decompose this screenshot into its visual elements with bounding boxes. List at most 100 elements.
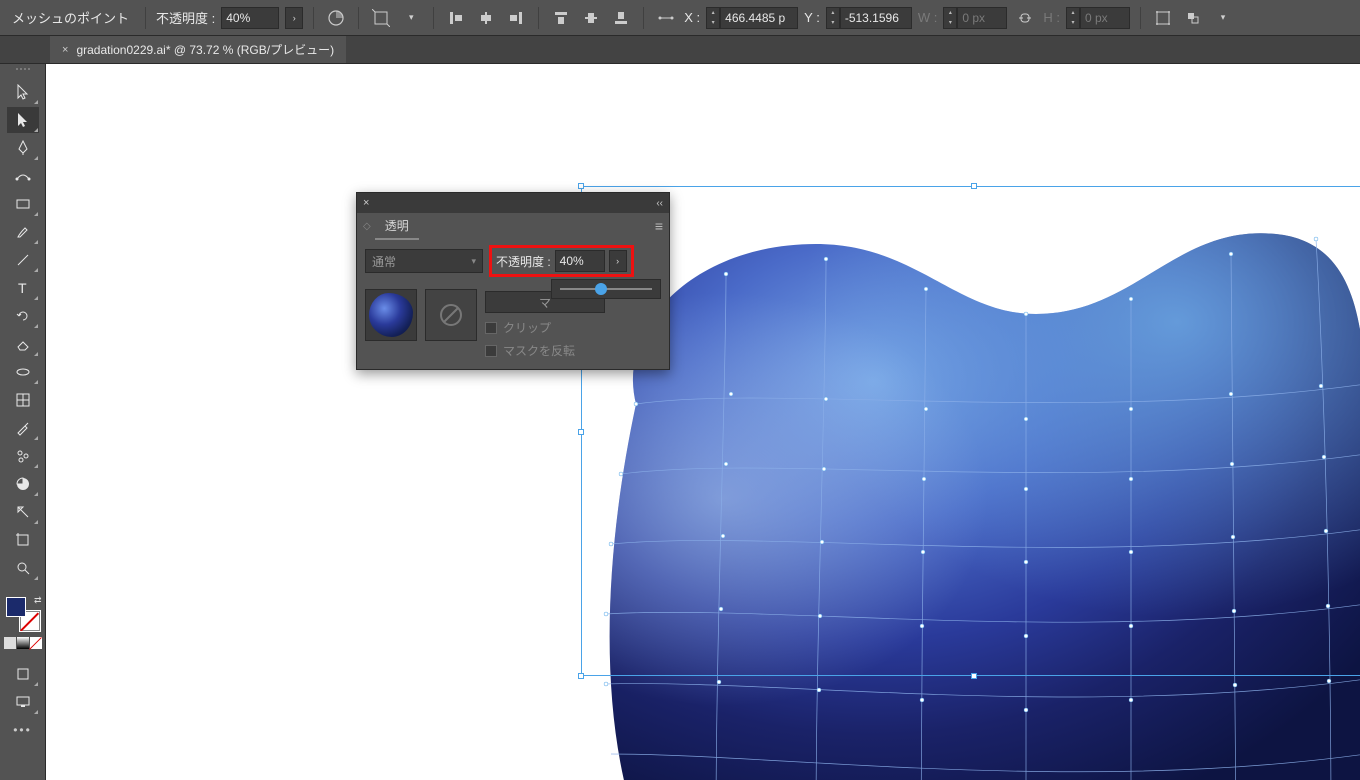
w-label: W : [918,10,938,25]
transparency-panel: × ‹‹ ◇ 透明 ≡ 通常 ▾ 不透明度 : 40% › [356,192,670,370]
color-mode-gradient[interactable] [17,637,29,649]
selection-handle[interactable] [578,429,584,435]
tab-title: gradation0229.ai* @ 73.72 % (RGB/プレビュー) [76,41,334,58]
edit-toolbar-icon[interactable]: ••• [7,717,39,743]
transform-icon[interactable] [654,6,678,30]
clip-checkbox[interactable]: クリップ [485,319,605,336]
toolbox-grip[interactable] [8,68,38,74]
link-wh-icon[interactable] [1013,6,1037,30]
control-bar: メッシュのポイント 不透明度 : 40% › ▾ X : ▴▾ 466.4485… [0,0,1360,36]
panel-menu-icon[interactable]: ≡ [655,218,663,234]
panel-blend-row: 通常 ▾ 不透明度 : 40% › [357,239,669,283]
toolbox: T ⇄ ••• [0,64,46,780]
panel-titlebar[interactable]: × ‹‹ [357,193,669,213]
panel-tab-transparency[interactable]: 透明 [375,213,419,240]
draw-mode-icon[interactable] [7,661,39,687]
x-label: X : [684,10,700,25]
x-field[interactable]: ▴▾ 466.4485 p [706,7,798,29]
selection-tool[interactable] [7,79,39,105]
w-stepper: ▴▾ [943,7,957,29]
crop-icon[interactable] [369,6,393,30]
align-left-icon[interactable] [444,6,468,30]
selection-handle[interactable] [578,673,584,679]
fill-swatch[interactable] [6,597,26,617]
zoom-tool[interactable] [7,555,39,581]
checkbox-icon [485,322,497,334]
slider-track[interactable] [560,288,652,290]
selection-handle[interactable] [578,183,584,189]
invert-mask-checkbox[interactable]: マスクを反転 [485,342,605,359]
graph-tool[interactable] [7,471,39,497]
document-tab[interactable]: × gradation0229.ai* @ 73.72 % (RGB/プレビュー… [50,36,346,63]
x-input[interactable]: 466.4485 p [720,7,798,29]
x-stepper[interactable]: ▴▾ [706,7,720,29]
canvas[interactable]: × ‹‹ ◇ 透明 ≡ 通常 ▾ 不透明度 : 40% › [46,64,1360,780]
selection-handle[interactable] [971,183,977,189]
h-label: H : [1043,10,1060,25]
recolor-icon[interactable] [324,6,348,30]
opacity-input[interactable]: 40% [555,250,605,272]
main-area: T ⇄ ••• [0,64,1360,780]
screen-mode-icon[interactable] [7,689,39,715]
shape-mode-icon[interactable] [1151,6,1175,30]
swap-colors-icon[interactable]: ⇄ [34,595,42,606]
context-label: メッシュのポイント [6,8,135,27]
rectangle-tool[interactable] [7,191,39,217]
svg-text:T: T [18,280,27,296]
h-field: ▴▾ 0 px [1066,7,1130,29]
opacity-dropdown-arrow[interactable]: › [609,250,627,272]
y-field[interactable]: ▴▾ -513.1596 [826,7,912,29]
align-hcenter-icon[interactable] [474,6,498,30]
opacity-input[interactable]: 40% [221,7,279,29]
mesh-tool[interactable] [7,387,39,413]
isolate-dropdown[interactable]: ▾ [399,6,423,30]
slider-thumb[interactable] [595,283,607,295]
align-bottom-icon[interactable] [609,6,633,30]
y-stepper[interactable]: ▴▾ [826,7,840,29]
selection-bounding-box [581,186,1360,676]
curvature-tool[interactable] [7,163,39,189]
opacity-label: 不透明度 : [156,8,215,27]
align-to-icon[interactable] [1181,6,1205,30]
width-tool[interactable] [7,359,39,385]
type-tool[interactable]: T [7,275,39,301]
artboard-tool[interactable] [7,527,39,553]
h-input: 0 px [1080,7,1130,29]
opacity-slider-popup[interactable] [551,279,661,299]
mask-thumbnail[interactable] [425,289,477,341]
eraser-tool[interactable] [7,331,39,357]
separator [1140,7,1141,29]
fill-stroke-swatches[interactable]: ⇄ [4,597,42,631]
close-tab-icon[interactable]: × [62,44,68,56]
direct-selection-tool[interactable] [7,107,39,133]
slice-tool[interactable] [7,499,39,525]
chevron-right-icon: › [293,13,296,23]
y-input[interactable]: -513.1596 [840,7,912,29]
opacity-dropdown[interactable]: › [285,7,303,29]
chevron-down-icon: ▾ [471,256,476,267]
align-vcenter-icon[interactable] [579,6,603,30]
blend-mode-select[interactable]: 通常 ▾ [365,249,483,273]
pen-tool[interactable] [7,135,39,161]
align-right-icon[interactable] [504,6,528,30]
paintbrush-tool[interactable] [7,219,39,245]
chevron-right-icon: › [616,256,619,266]
opacity-label: 不透明度 : [496,253,551,270]
selection-handle[interactable] [971,673,977,679]
object-thumbnail[interactable] [365,289,417,341]
panel-close-icon[interactable]: × [363,197,369,209]
separator [433,7,434,29]
color-mode-none[interactable] [30,637,42,649]
panel-cycle-icon[interactable]: ◇ [363,221,371,232]
line-tool[interactable] [7,247,39,273]
color-mode-solid[interactable] [4,637,16,649]
opacity-field-highlighted: 不透明度 : 40% › [489,245,634,277]
symbol-sprayer-tool[interactable] [7,443,39,469]
panel-collapse-icon[interactable]: ‹‹ [656,198,663,209]
rotate-tool[interactable] [7,303,39,329]
eyedropper-tool[interactable] [7,415,39,441]
h-stepper: ▴▾ [1066,7,1080,29]
more-dropdown[interactable]: ▾ [1211,6,1235,30]
color-mode-row [4,637,42,649]
align-top-icon[interactable] [549,6,573,30]
